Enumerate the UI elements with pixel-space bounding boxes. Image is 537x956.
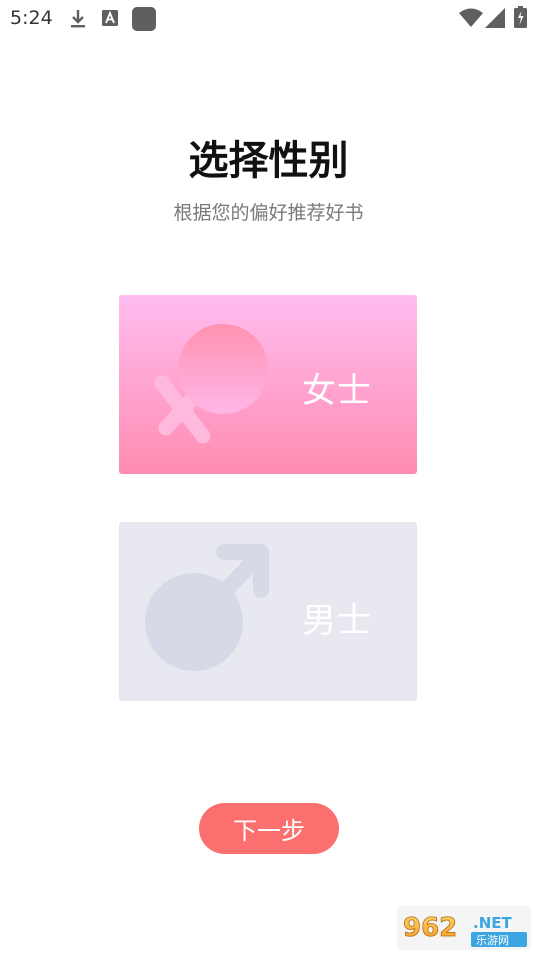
- next-step-button[interactable]: 下一步: [199, 803, 339, 854]
- signal-icon: [485, 8, 505, 32]
- svg-text:.NET: .NET: [473, 914, 512, 932]
- svg-text:962: 962: [403, 913, 457, 943]
- app-square-icon: [132, 7, 156, 35]
- gender-option-male[interactable]: 男士: [119, 522, 417, 701]
- gender-option-male-label: 男士: [302, 601, 372, 641]
- svg-text:乐游网: 乐游网: [476, 934, 509, 947]
- wifi-icon: [459, 8, 483, 32]
- watermark-logo: 962 .NET 乐游网: [397, 906, 531, 950]
- page-subtitle: 根据您的偏好推荐好书: [173, 202, 364, 224]
- battery-icon: [514, 6, 527, 32]
- page-title: 选择性别: [188, 138, 349, 184]
- status-bar: 5:24: [0, 0, 537, 36]
- download-icon: [68, 8, 88, 34]
- gender-option-female[interactable]: 女士: [119, 295, 417, 474]
- font-a-icon: [102, 10, 118, 30]
- gender-option-female-label: 女士: [302, 371, 372, 411]
- status-time: 5:24: [10, 7, 53, 29]
